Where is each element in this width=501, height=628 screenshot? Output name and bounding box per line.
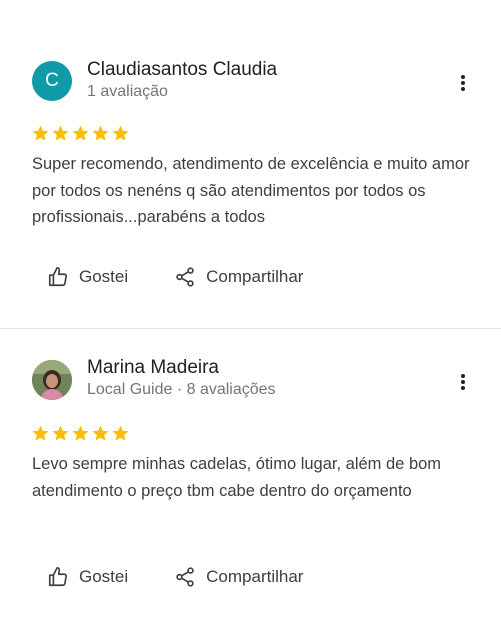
share-label: Compartilhar [206,567,304,586]
star-icon [92,425,109,441]
star-icon [112,425,129,441]
star-icon [72,425,89,441]
star-icon [112,125,129,141]
review-actions: Gostei Compartilhar [47,566,303,588]
star-icon [72,125,89,141]
share-icon [176,267,194,287]
thumb-up-icon [48,267,68,287]
reviewer-name[interactable]: Marina Madeira [87,357,219,379]
like-button[interactable]: Gostei [47,566,128,588]
reviewer-meta: 1 avaliação [87,83,168,100]
share-button[interactable]: Compartilhar [174,266,303,288]
like-button[interactable]: Gostei [47,266,128,288]
avatar[interactable] [32,360,72,400]
star-icon [92,125,109,141]
star-icon [32,125,49,141]
more-options-button[interactable] [450,369,476,395]
more-vert-icon [461,374,465,390]
review-text: Levo sempre minhas cadelas, ótimo lugar,… [32,455,442,500]
star-rating [31,424,130,443]
avatar-letter: C [45,70,59,91]
like-label: Gostei [79,567,129,586]
like-label: Gostei [79,267,129,286]
star-rating [31,124,130,143]
user-photo-icon [32,360,72,400]
star-icon [32,425,49,441]
more-options-button[interactable] [450,70,476,96]
thumb-up-icon [48,567,68,587]
divider [0,328,501,329]
star-icon [52,125,69,141]
share-button[interactable]: Compartilhar [174,566,303,588]
review-text: Super recomendo, atendimento de excelênc… [32,155,470,226]
share-label: Compartilhar [206,267,304,286]
reviewer-name[interactable]: Claudiasantos Claudia [87,59,277,81]
star-icon [52,425,69,441]
review-actions: Gostei Compartilhar [47,266,303,288]
share-icon [176,567,194,587]
reviewer-meta: Local Guide · 8 avaliações [87,381,276,398]
more-vert-icon [461,75,465,91]
avatar[interactable]: C [32,61,72,101]
